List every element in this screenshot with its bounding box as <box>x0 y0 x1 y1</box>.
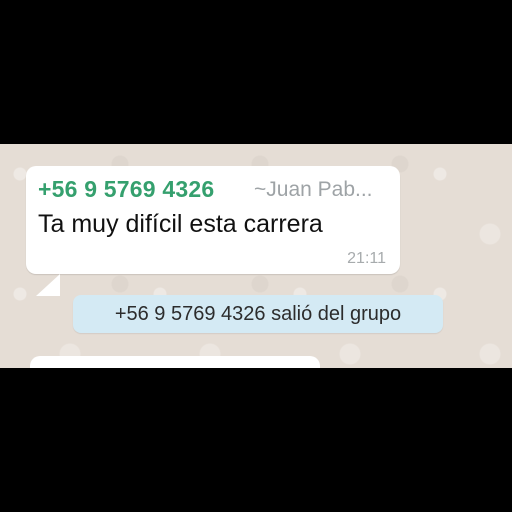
message-text: Ta muy difícil esta carrera <box>38 210 323 238</box>
system-notification-text: +56 9 5769 4326 salió del grupo <box>114 302 402 325</box>
message-timestamp: 21:11 <box>347 250 386 267</box>
chat-area[interactable]: +56 9 5769 4326 ~Juan Pab... Ta muy difí… <box>0 144 512 368</box>
sender-number[interactable]: +56 9 5769 4326 <box>38 176 214 203</box>
bubble-tail <box>36 274 60 296</box>
screenshot-frame: +56 9 5769 4326 ~Juan Pab... Ta muy difí… <box>0 0 512 512</box>
partial-message-bubble[interactable] <box>30 356 320 368</box>
incoming-message-bubble[interactable]: +56 9 5769 4326 ~Juan Pab... Ta muy difí… <box>26 166 400 296</box>
sender-name[interactable]: ~Juan Pab... <box>254 178 373 202</box>
system-notification: +56 9 5769 4326 salió del grupo <box>73 295 443 333</box>
